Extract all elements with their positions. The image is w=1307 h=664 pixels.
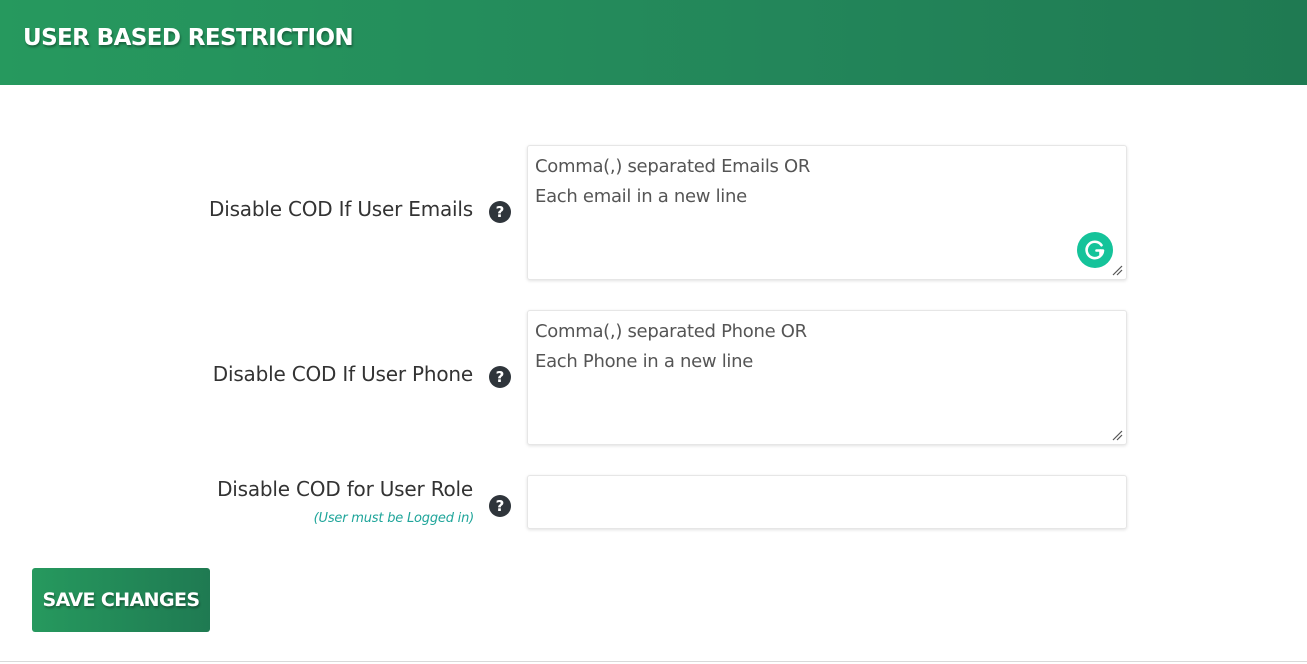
resize-handle-icon[interactable] [1111, 264, 1123, 276]
resize-handle-icon[interactable] [1111, 429, 1123, 441]
divider [0, 661, 1307, 662]
user-phone-textarea[interactable]: Comma(,) separated Phone OR Each Phone i… [527, 310, 1127, 445]
user-emails-textarea[interactable]: Comma(,) separated Emails OR Each email … [527, 145, 1127, 280]
user-emails-placeholder: Comma(,) separated Emails OR Each email … [535, 156, 811, 207]
section-title: USER BASED RESTRICTION [23, 25, 354, 51]
grammarly-icon[interactable] [1077, 232, 1113, 268]
user-role-label: Disable COD for User Role [217, 477, 473, 501]
user-phone-label: Disable COD If User Phone [212, 362, 473, 386]
question-circle-icon[interactable]: ? [489, 201, 511, 223]
user-emails-label: Disable COD If User Emails [209, 197, 473, 221]
section-header: USER BASED RESTRICTION [0, 0, 1307, 85]
save-changes-button[interactable]: SAVE CHANGES [32, 568, 210, 632]
question-circle-icon[interactable]: ? [489, 366, 511, 388]
user-role-sublabel: (User must be Logged in) [313, 511, 475, 526]
user-role-select[interactable] [527, 475, 1127, 529]
user-phone-placeholder: Comma(,) separated Phone OR Each Phone i… [535, 321, 807, 372]
question-circle-icon[interactable]: ? [489, 495, 511, 517]
